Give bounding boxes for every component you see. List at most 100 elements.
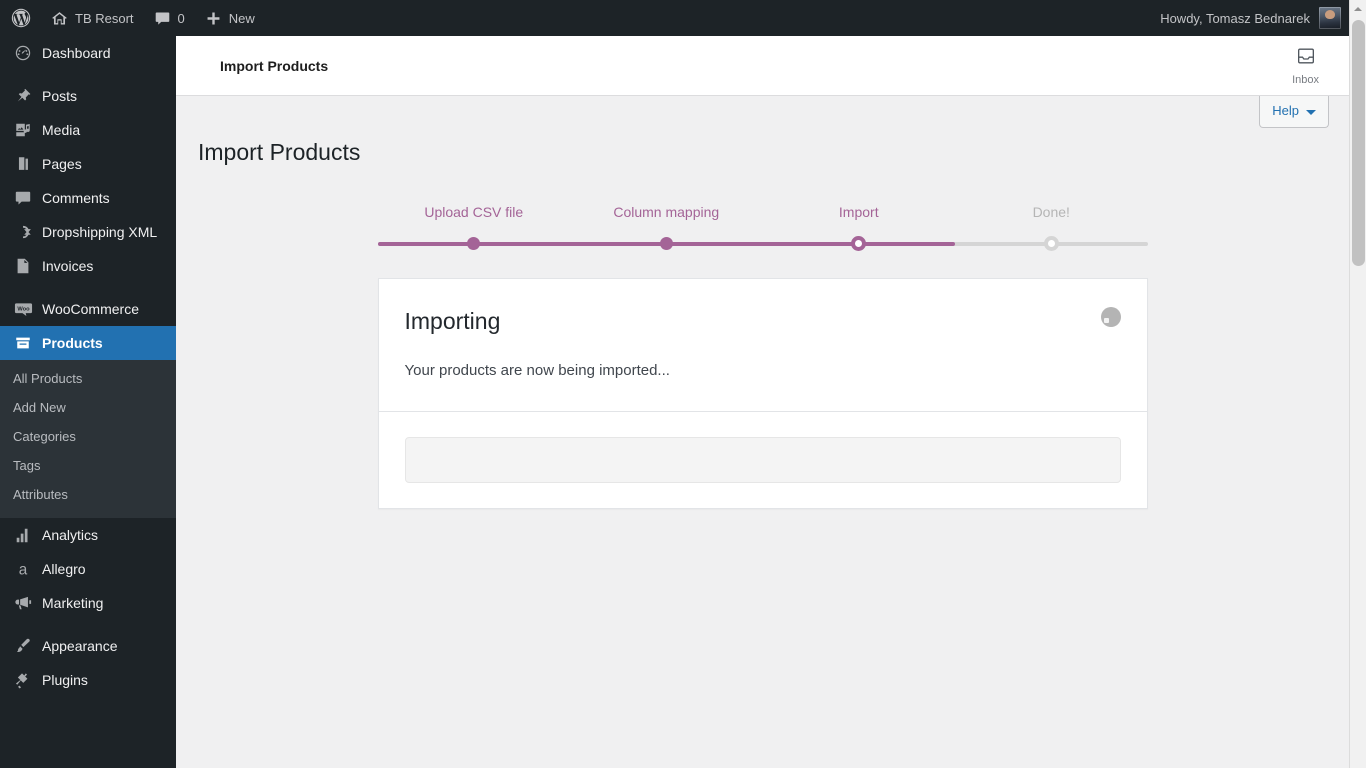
sidebar-item-analytics[interactable]: Analytics — [0, 518, 176, 552]
sidebar-item-label: Allegro — [42, 561, 86, 578]
pages-stack-icon — [13, 154, 33, 174]
sidebar-item-marketing[interactable]: Marketing — [0, 586, 176, 620]
comments-count: 0 — [177, 10, 185, 26]
submenu-item-tags[interactable]: Tags — [0, 452, 176, 481]
sidebar-item-products[interactable]: Products — [0, 326, 184, 360]
site-name-button[interactable]: TB Resort — [41, 0, 144, 36]
content-area: Import Products Inbox Help Import Produc… — [176, 36, 1349, 768]
loading-spinner-icon — [1100, 306, 1121, 327]
step-label-done: Done! — [1032, 203, 1070, 220]
new-content-button[interactable]: New — [195, 0, 265, 36]
sidebar-item-comments[interactable]: Comments — [0, 181, 176, 215]
step-dot-cell — [570, 237, 763, 252]
sidebar-item-label: Invoices — [42, 258, 94, 274]
sidebar-item-label: Pages — [42, 156, 82, 172]
plus-icon — [205, 10, 222, 27]
import-progress-bar — [404, 436, 1121, 483]
scroll-up-arrow-icon[interactable] — [1350, 0, 1366, 17]
sidebar-item-label: Dropshipping XML — [42, 224, 158, 240]
admin-sidebar-menu: Dashboard Posts Media Pages Comments Dro… — [0, 36, 184, 768]
sidebar-item-woocommerce[interactable]: Woo WooCommerce — [0, 292, 176, 326]
inbox-button[interactable]: Inbox — [1280, 36, 1331, 96]
pushpin-icon — [13, 86, 33, 106]
comment-bubble-icon — [154, 10, 171, 27]
sidebar-item-label: WooCommerce — [42, 301, 139, 317]
my-account-menu[interactable]: Howdy, Tomasz Bednarek — [1150, 0, 1349, 36]
media-photo-music-icon — [13, 120, 33, 140]
sidebar-item-label: Plugins — [42, 672, 88, 689]
sidebar-item-dashboard[interactable]: Dashboard — [0, 36, 176, 70]
help-button[interactable]: Help — [1259, 96, 1329, 129]
submenu-item-categories[interactable]: Categories — [0, 423, 176, 452]
stepper-dots — [378, 236, 1148, 252]
importing-title: Importing — [404, 307, 501, 334]
woocommerce-header-title: Import Products — [220, 57, 329, 74]
menu-separator — [0, 70, 176, 79]
scrollbar-thumb[interactable] — [1352, 20, 1365, 266]
menu-separator — [0, 620, 176, 629]
menu-separator — [0, 283, 176, 292]
step-label-import: Import — [838, 203, 879, 220]
sidebar-item-label: Media — [42, 122, 81, 138]
step-label-column-mapping: Column mapping — [613, 203, 720, 220]
home-icon — [51, 10, 68, 27]
avatar — [1319, 7, 1341, 29]
step-dot-cell — [955, 236, 1148, 252]
sidebar-item-invoices[interactable]: Invoices — [0, 249, 176, 283]
bar-chart-icon — [13, 525, 33, 545]
sidebar-item-media[interactable]: Media — [0, 113, 176, 147]
allegro-a-icon: a — [13, 559, 33, 579]
admin-bar: TB Resort 0 New Howdy, Tomasz Bednarek — [0, 0, 1349, 36]
sidebar-item-plugins[interactable]: Plugins — [0, 663, 176, 697]
importing-card-body — [378, 410, 1147, 508]
submenu-item-all-products[interactable]: All Products — [0, 365, 176, 394]
chevron-down-icon — [1306, 109, 1316, 115]
help-label: Help — [1272, 103, 1299, 118]
sidebar-item-dropshipping-xml[interactable]: Dropshipping XML — [0, 215, 176, 249]
stepper-labels: Upload CSV file Column mapping Import Do… — [378, 204, 1148, 220]
sidebar-item-posts[interactable]: Posts — [0, 79, 176, 113]
step-dot-complete — [659, 237, 673, 251]
submenu-item-add-new[interactable]: Add New — [0, 394, 176, 423]
comments-button[interactable]: 0 — [144, 0, 195, 36]
page-title: Import Products — [198, 139, 361, 165]
sidebar-item-label: Posts — [42, 88, 78, 104]
submenu-item-attributes[interactable]: Attributes — [0, 481, 176, 510]
howdy-label: Howdy, Tomasz Bednarek — [1160, 10, 1310, 26]
comment-bubble-icon — [13, 188, 33, 208]
svg-text:Woo: Woo — [17, 306, 30, 312]
wordpress-logo-icon — [11, 8, 31, 28]
step-dot-complete — [467, 237, 481, 251]
page-scrollbar[interactable] — [1349, 0, 1366, 768]
step-dot-current — [851, 236, 867, 252]
inbox-tray-icon — [1296, 46, 1316, 71]
sidebar-item-label: Marketing — [42, 595, 104, 612]
admin-bar-right: Howdy, Tomasz Bednarek — [1150, 0, 1349, 36]
wordpress-logo-button[interactable] — [0, 0, 41, 36]
step-dot-cell — [763, 236, 956, 252]
sidebar-item-pages[interactable]: Pages — [0, 147, 176, 181]
sidebar-item-label: Dashboard — [42, 45, 111, 61]
svg-text:a: a — [19, 562, 28, 579]
sidebar-item-label: Analytics — [42, 527, 99, 544]
sidebar-item-label: Comments — [42, 190, 110, 206]
invoice-document-icon — [13, 256, 33, 276]
step-dot-upcoming — [1043, 236, 1059, 252]
megaphone-icon — [13, 593, 33, 613]
sidebar-item-appearance[interactable]: Appearance — [0, 629, 176, 663]
plug-icon — [13, 670, 33, 690]
paintbrush-icon — [13, 636, 33, 656]
importing-card-header: Importing Your products are now being im… — [379, 279, 1147, 411]
step-label-upload-csv-file: Upload CSV file — [424, 203, 524, 220]
step-dot-cell — [378, 237, 571, 252]
importing-card: Importing Your products are now being im… — [377, 277, 1148, 509]
import-stepper: Upload CSV file Column mapping Import Do… — [377, 204, 1148, 252]
products-box-icon — [13, 333, 33, 353]
sidebar-item-label: Appearance — [42, 638, 118, 655]
woocommerce-header: Import Products Inbox — [176, 36, 1349, 96]
products-submenu: All Products Add New Categories Tags Att… — [0, 360, 176, 519]
dashboard-gauge-icon — [13, 43, 33, 63]
woocommerce-logo-icon: Woo — [13, 299, 33, 319]
importing-message: Your products are now being imported... — [404, 361, 670, 379]
sidebar-item-allegro[interactable]: a Allegro — [0, 552, 176, 586]
